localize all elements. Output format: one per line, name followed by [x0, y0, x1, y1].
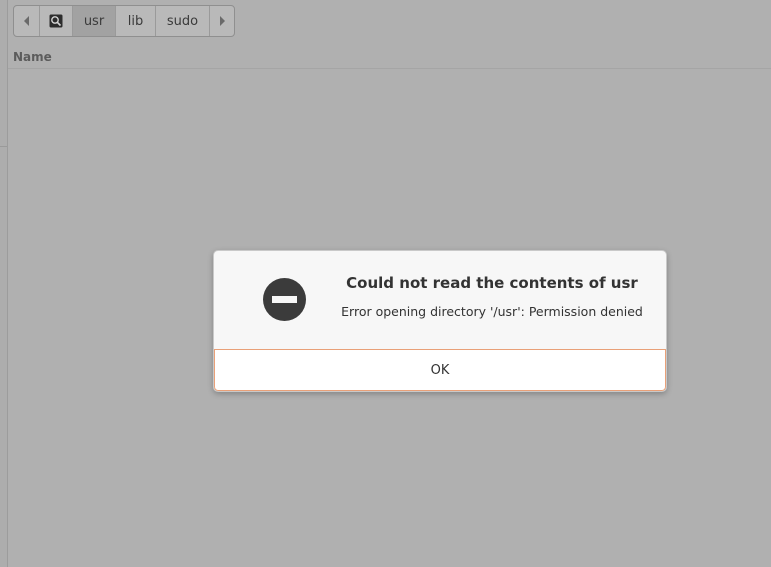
path-scroll-left-button[interactable] — [14, 6, 40, 36]
path-segment-sudo[interactable]: sudo — [156, 6, 210, 36]
column-header-divider — [8, 68, 771, 69]
name-column-header[interactable]: Name — [13, 50, 52, 64]
root-drive-icon — [49, 14, 63, 28]
ok-button[interactable]: OK — [214, 349, 666, 391]
dialog-title: Could not read the contents of usr — [346, 274, 638, 292]
left-arrow-icon — [24, 16, 29, 26]
path-segment-usr[interactable]: usr — [73, 6, 116, 36]
path-segment-lib[interactable]: lib — [116, 6, 156, 36]
dialog-message: Error opening directory '/usr': Permissi… — [341, 304, 643, 319]
path-scroll-right-button[interactable] — [210, 6, 234, 36]
path-root-button[interactable] — [40, 6, 73, 36]
right-arrow-icon — [219, 16, 225, 26]
error-dialog: Could not read the contents of usr Error… — [213, 250, 667, 392]
error-icon-bar — [272, 296, 297, 303]
sidebar-edge — [0, 0, 8, 567]
sidebar-separator — [0, 146, 7, 147]
error-icon — [263, 278, 306, 321]
path-bar: usr lib sudo — [13, 5, 235, 37]
